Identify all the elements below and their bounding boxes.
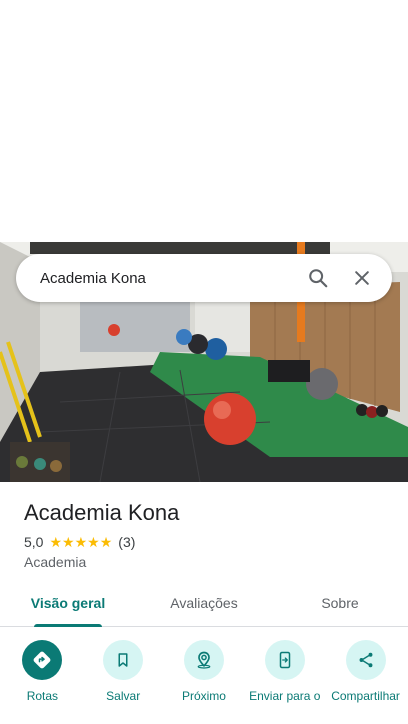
directions-icon — [22, 640, 63, 680]
rating-value: 5,0 — [24, 534, 44, 550]
tab-label: Avaliações — [170, 595, 238, 611]
send-to-phone-button[interactable]: Enviar para o — [248, 640, 322, 724]
star-icon: ★ — [49, 534, 63, 550]
tab-bar: Visão geral Avaliações Sobre — [0, 584, 408, 627]
share-icon — [345, 640, 386, 680]
search-bar[interactable]: Academia Kona — [16, 254, 392, 302]
bookmark-icon — [103, 640, 144, 680]
rating-row[interactable]: 5,0 ★ ★ ★ ★ ★ (3) — [24, 534, 384, 550]
place-category: Academia — [24, 554, 87, 570]
action-label: Enviar para o — [249, 689, 321, 703]
tab-label: Sobre — [321, 595, 359, 611]
action-row: Rotas Salvar Próximo Enviar para o Compa… — [0, 640, 408, 724]
action-label: Salvar — [106, 689, 141, 703]
star-icon: ★ — [87, 534, 100, 550]
nearby-button[interactable]: Próximo — [167, 640, 241, 724]
star-icon: ★ — [99, 534, 113, 550]
tab-label: Visão geral — [30, 595, 106, 611]
tab-about[interactable]: Sobre — [272, 584, 408, 626]
tab-overview[interactable]: Visão geral — [0, 584, 136, 627]
save-button[interactable]: Salvar — [86, 640, 160, 724]
action-label: Próximo — [181, 689, 226, 703]
place-name: Academia Kona — [24, 500, 180, 525]
close-icon[interactable] — [344, 260, 380, 296]
place-info: Academia Kona 5,0 ★ ★ ★ ★ ★ (3) Academia — [24, 500, 384, 570]
action-label: Compartilhar — [331, 689, 400, 703]
action-label: Rotas — [26, 689, 59, 703]
search-query[interactable]: Academia Kona — [40, 270, 292, 287]
search-icon[interactable] — [300, 260, 336, 296]
star-icon: ★ — [62, 534, 75, 550]
send-to-phone-icon — [264, 640, 305, 680]
star-icon: ★ — [74, 534, 88, 550]
review-count[interactable]: (3) — [118, 534, 135, 550]
directions-button[interactable]: Rotas — [5, 640, 79, 724]
share-button[interactable]: Compartilhar — [329, 640, 403, 724]
star-rating: ★ ★ ★ ★ ★ — [49, 535, 112, 549]
nearby-icon — [183, 640, 224, 680]
tab-reviews[interactable]: Avaliações — [136, 584, 272, 626]
